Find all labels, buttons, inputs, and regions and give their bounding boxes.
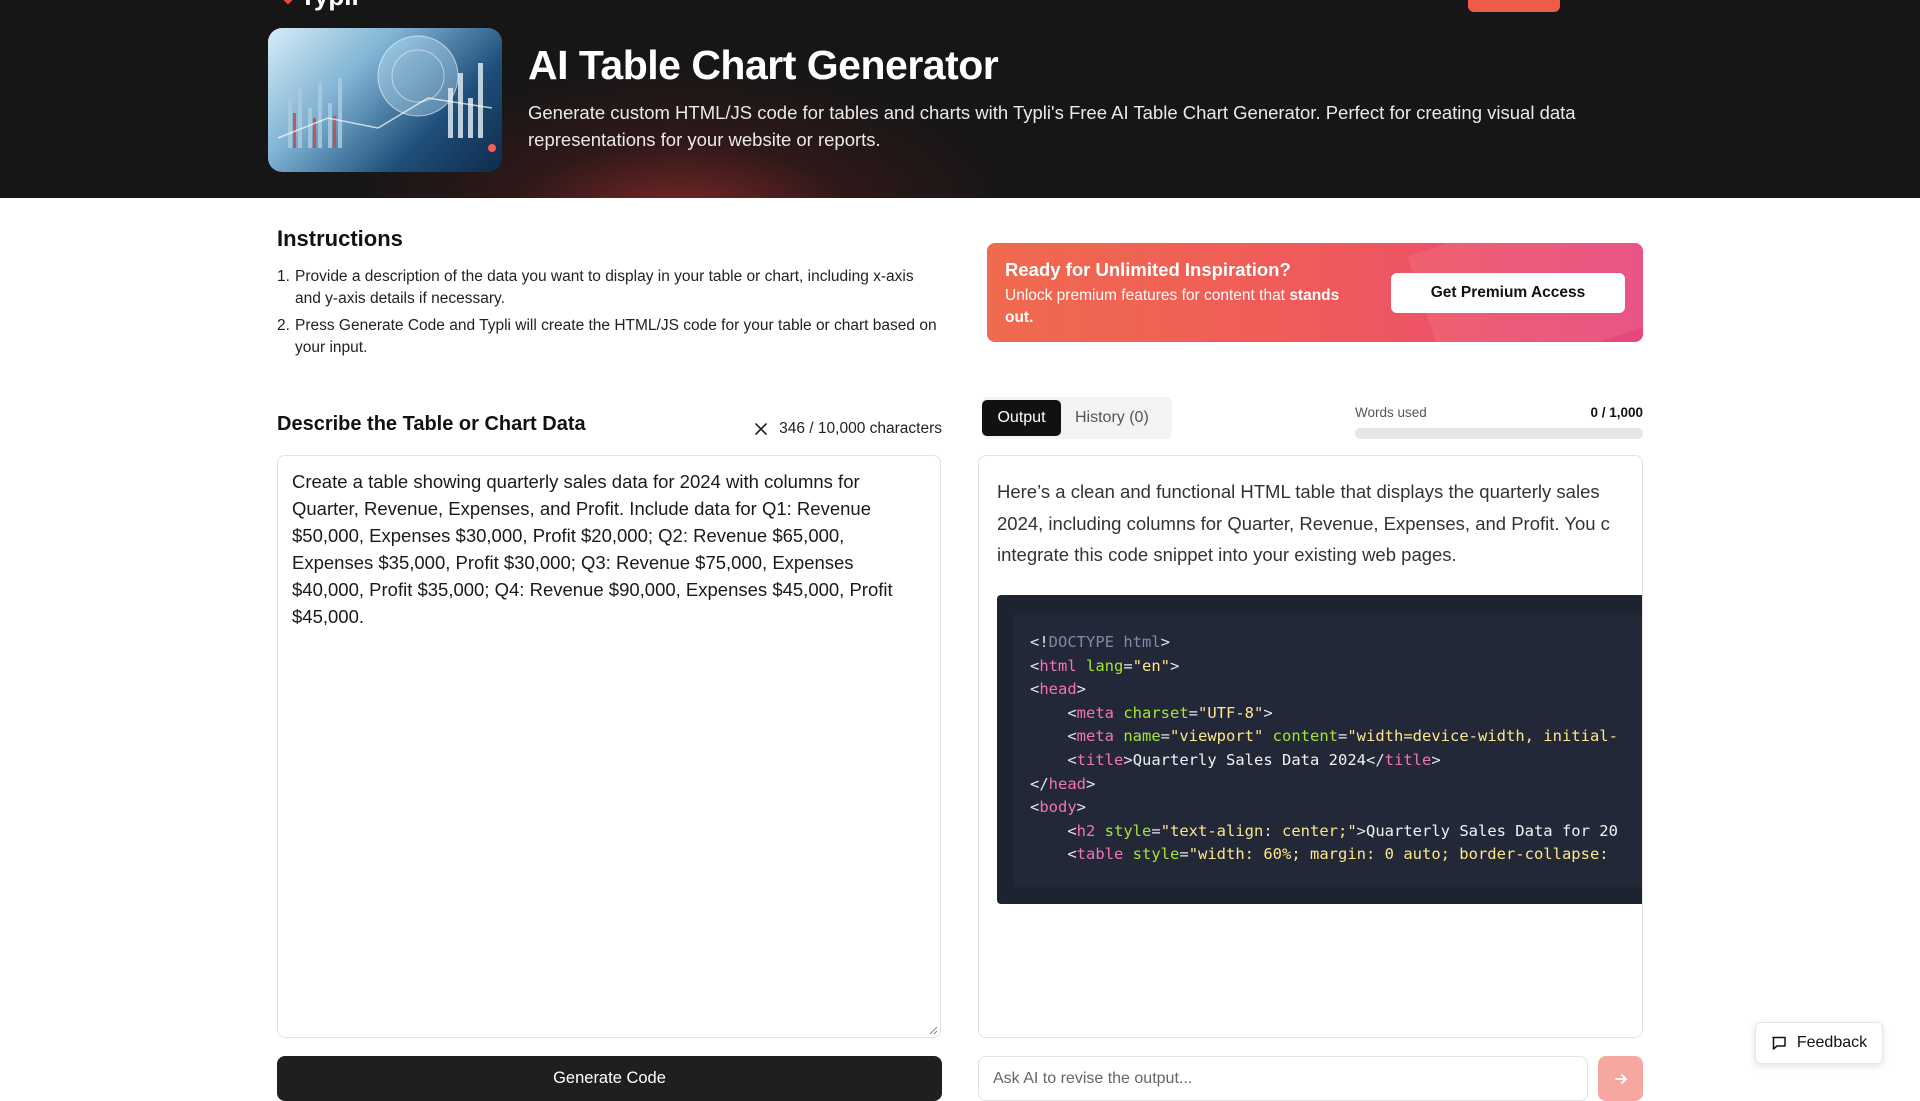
promo-title: Ready for Unlimited Inspiration? (1005, 259, 1291, 280)
instruction-step-number: 1. (277, 268, 290, 285)
code-line: <meta charset="UTF-8"> (1067, 703, 1273, 722)
instruction-step-text: Provide a description of the data you wa… (295, 268, 914, 307)
words-used-label: Words used (1355, 405, 1427, 420)
output-intro-line: Here’s a clean and functional HTML table… (997, 481, 1600, 502)
hero-illustration (268, 28, 502, 172)
description-textarea[interactable]: Create a table showing quarterly sales d… (277, 455, 941, 1038)
close-icon (755, 423, 767, 435)
hero-banner: Typli AI Table Chart Generator Generate (0, 0, 1920, 198)
tab-output[interactable]: Output (982, 400, 1061, 436)
arrow-right-icon (1614, 1073, 1627, 1084)
output-tabs: Output History (0) (982, 397, 1172, 439)
page-title: AI Table Chart Generator (528, 42, 999, 88)
chat-bubble-icon (1772, 1036, 1786, 1050)
promo-text: Unlock premium features for content that… (1005, 285, 1345, 329)
send-revision-button[interactable] (1598, 1056, 1643, 1101)
generate-code-button[interactable]: Generate Code (277, 1056, 942, 1101)
logo-pin-icon (279, 0, 297, 5)
code-line: <!DOCTYPE html> (1030, 633, 1170, 651)
description-text: Create a table showing quarterly sales d… (292, 471, 893, 627)
revise-input[interactable] (978, 1056, 1588, 1101)
instruction-step-number: 2. (277, 317, 290, 334)
output-intro: Here’s a clean and functional HTML table… (997, 476, 1637, 571)
page-subtitle: Generate custom HTML/JS code for tables … (528, 102, 1576, 150)
instruction-step: 2. Press Generate Code and Typli will cr… (277, 315, 937, 359)
output-panel: Here’s a clean and functional HTML table… (978, 455, 1643, 1038)
code-block: <!DOCTYPE html> <html lang="en"> <head> <m… (997, 595, 1642, 904)
chart-illustration-icon (277, 35, 496, 152)
code-line: <html lang="en"> (1030, 656, 1180, 675)
code-line: <meta name="viewport" content="width=dev… (1067, 727, 1618, 746)
instruction-step: 1. Provide a description of the data you… (277, 266, 937, 310)
code-line: <table style="width: 60%; margin: 0 auto… (1067, 845, 1609, 864)
words-used-progress (1355, 428, 1643, 439)
character-count-text: 346 / 10,000 characters (779, 420, 942, 437)
tab-history[interactable]: History (0) (1061, 400, 1163, 436)
feedback-button[interactable]: Feedback (1755, 1022, 1883, 1064)
get-premium-button[interactable]: Get Premium Access (1391, 273, 1625, 313)
site-logo[interactable]: Typli (279, 0, 359, 11)
description-label: Describe the Table or Chart Data (277, 413, 586, 435)
code-line: <title>Quarterly Sales Data 2024</title> (1067, 750, 1441, 769)
instructions-list: 1. Provide a description of the data you… (277, 266, 937, 364)
logo-text: Typli (300, 0, 359, 12)
code-line: <head> (1030, 680, 1087, 699)
feedback-label: Feedback (1796, 1034, 1868, 1051)
instructions-title: Instructions (277, 226, 403, 251)
code-line: <h2 style="text-align: center;">Quarterl… (1067, 821, 1618, 840)
code-line: </head> (1030, 774, 1096, 793)
character-counter: 346 / 10,000 characters (753, 420, 942, 438)
instruction-step-text: Press Generate Code and Typli will creat… (295, 317, 937, 356)
words-used-value: 0 / 1,000 (1590, 405, 1643, 420)
promo-text-line: Unlock premium features for content that (1005, 287, 1285, 304)
resize-handle-icon[interactable] (928, 1025, 938, 1035)
premium-promo-banner: Ready for Unlimited Inspiration? Unlock … (987, 243, 1643, 342)
clear-input-button[interactable] (753, 421, 769, 437)
code-line: <body> (1030, 798, 1087, 817)
code-lines: <!DOCTYPE html> <html lang="en"> <head> <m… (1030, 631, 1618, 867)
nav-signup-button[interactable] (1468, 0, 1560, 12)
output-intro-line: 2024, including columns for Quarter, Rev… (997, 512, 1610, 534)
output-intro-line: integrate this code snippet into your ex… (997, 544, 1457, 565)
